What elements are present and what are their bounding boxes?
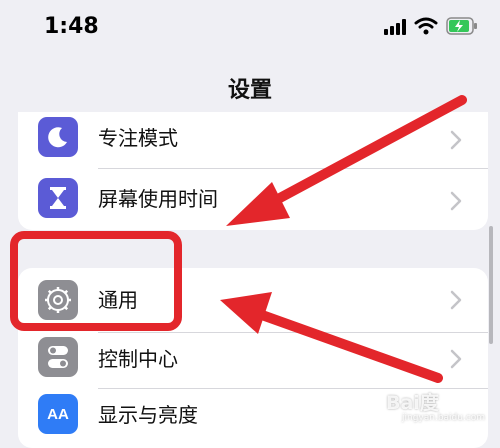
watermark-logo: Bai度 — [386, 392, 439, 414]
watermark-url: jingyan.baidu.com — [402, 413, 486, 423]
annotation-arrows — [220, 95, 467, 383]
arrow-lower — [220, 292, 443, 383]
arrow-upper — [226, 95, 467, 226]
